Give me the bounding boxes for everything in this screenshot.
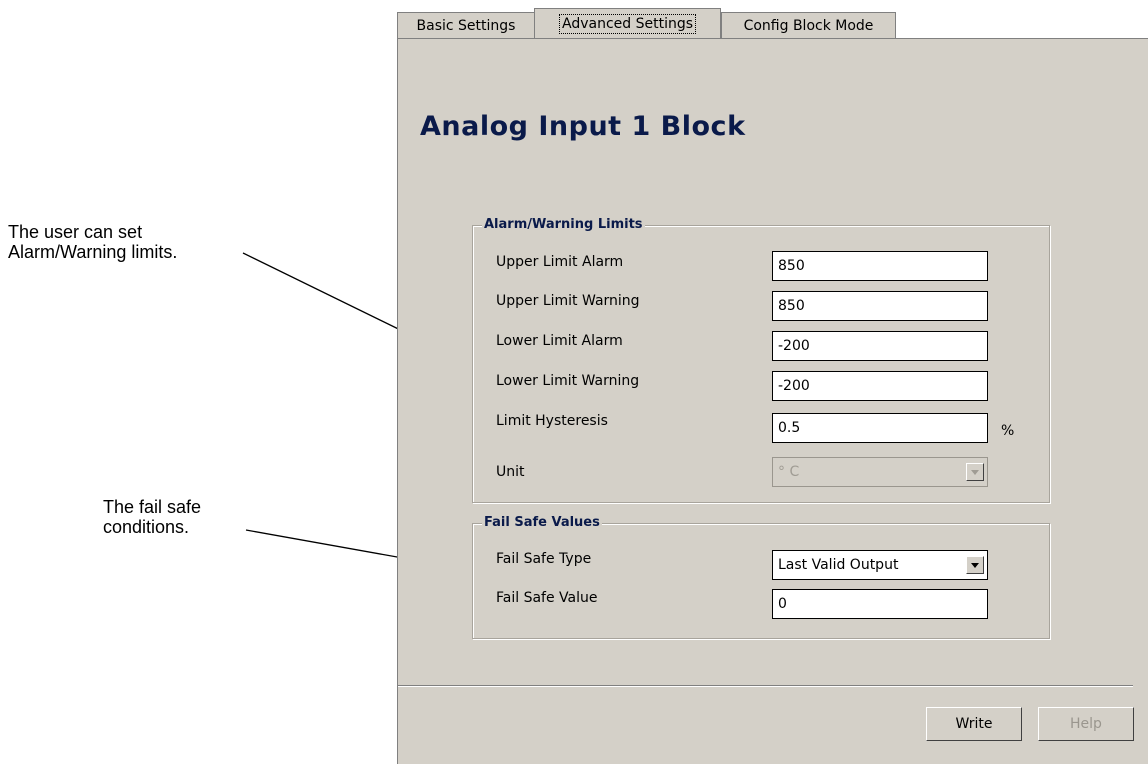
alarm-callout: The user can set Alarm/Warning limits.: [8, 222, 177, 262]
fail-safe-value-input[interactable]: 0: [772, 589, 988, 619]
tab-strip: Basic Settings Advanced Settings Config …: [397, 0, 1148, 40]
unit-select-value: ° C: [778, 464, 800, 480]
failsafe-callout: The fail safe conditions.: [103, 497, 201, 537]
tab-basic-settings-label: Basic Settings: [416, 18, 516, 34]
tab-advanced-settings-label: Advanced Settings: [558, 14, 697, 34]
fail-safe-values-legend: Fail Safe Values: [482, 515, 602, 530]
help-button: Help: [1038, 707, 1134, 741]
lower-limit-warning-input[interactable]: -200: [772, 371, 988, 401]
lower-limit-warning-label: Lower Limit Warning: [496, 373, 640, 389]
fail-safe-type-select[interactable]: Last Valid Output: [772, 550, 988, 580]
lower-limit-alarm-input[interactable]: -200: [772, 331, 988, 361]
write-button[interactable]: Write: [926, 707, 1022, 741]
fail-safe-type-label: Fail Safe Type: [496, 551, 592, 567]
tab-basic-settings[interactable]: Basic Settings: [397, 12, 535, 38]
page-title: Analog Input 1 Block: [420, 111, 746, 142]
tab-advanced-settings[interactable]: Advanced Settings: [534, 8, 721, 40]
advanced-settings-panel: Analog Input 1 Block Alarm/Warning Limit…: [397, 38, 1148, 764]
limit-hysteresis-input[interactable]: 0.5: [772, 413, 988, 443]
unit-select: ° C: [772, 457, 988, 487]
upper-limit-alarm-label: Upper Limit Alarm: [496, 254, 624, 270]
alarm-warning-limits-legend: Alarm/Warning Limits: [482, 217, 645, 232]
failsafe-callout-line1: The fail safe: [103, 497, 202, 517]
bottom-separator: [398, 685, 1133, 687]
failsafe-callout-line2: conditions.: [103, 517, 190, 537]
chevron-down-icon: [966, 463, 984, 481]
fail-safe-values-group: [472, 523, 1050, 639]
fail-safe-value-label: Fail Safe Value: [496, 590, 598, 606]
tab-config-block-mode-label: Config Block Mode: [743, 18, 874, 34]
lower-limit-alarm-label: Lower Limit Alarm: [496, 333, 623, 349]
tab-config-block-mode[interactable]: Config Block Mode: [721, 12, 896, 38]
upper-limit-warning-input[interactable]: 850: [772, 291, 988, 321]
upper-limit-alarm-input[interactable]: 850: [772, 251, 988, 281]
fail-safe-type-value: Last Valid Output: [778, 557, 899, 573]
upper-limit-warning-label: Upper Limit Warning: [496, 293, 640, 309]
limit-hysteresis-unit: %: [1001, 423, 1015, 439]
chevron-down-icon[interactable]: [966, 556, 984, 574]
alarm-callout-line2: Alarm/Warning limits.: [8, 242, 178, 262]
limit-hysteresis-label: Limit Hysteresis: [496, 413, 608, 429]
alarm-callout-line1: The user can set: [8, 222, 143, 242]
unit-label: Unit: [496, 464, 525, 480]
